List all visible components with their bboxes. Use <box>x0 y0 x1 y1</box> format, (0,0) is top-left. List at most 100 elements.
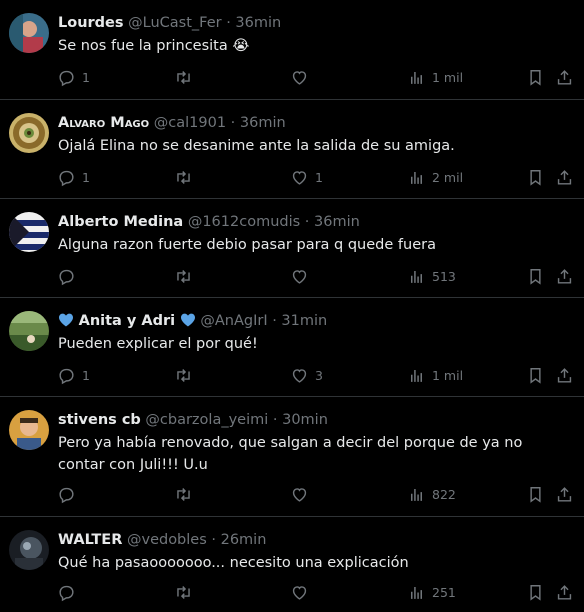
display-name[interactable]: Anita y Adri <box>79 313 176 329</box>
reply-button[interactable] <box>57 484 82 504</box>
share-button[interactable] <box>555 67 574 87</box>
display-name[interactable]: Alberto Medina <box>58 214 183 230</box>
timestamp[interactable]: 36min <box>235 15 281 31</box>
avatar[interactable] <box>9 212 49 252</box>
reply-button[interactable]: 1 <box>57 67 90 87</box>
tweet-header: Lourdes @LuCast_Fer · 36min <box>58 13 281 33</box>
avatar[interactable] <box>9 113 49 153</box>
reply-count: 1 <box>82 69 90 85</box>
tweet[interactable]: Alvaro Mago @cal1901 · 36min Ojalá Elina… <box>0 100 584 199</box>
action-bar: 1 1 mil <box>0 67 584 87</box>
like-icon <box>292 70 307 85</box>
bookmark-button[interactable] <box>526 484 545 504</box>
share-button[interactable] <box>555 484 574 504</box>
like-button[interactable] <box>290 67 315 87</box>
bookmark-icon <box>530 584 541 601</box>
bookmark-button[interactable] <box>526 266 545 286</box>
avatar[interactable] <box>9 530 49 570</box>
views-button[interactable]: 1 mil <box>407 67 463 87</box>
timestamp[interactable]: 36min <box>314 214 360 230</box>
handle[interactable]: @1612comudis <box>188 214 300 230</box>
separator: · <box>272 412 278 428</box>
retweet-button[interactable] <box>174 484 199 504</box>
reply-icon <box>59 368 74 384</box>
retweet-button[interactable] <box>174 582 199 602</box>
share-button[interactable] <box>555 582 574 602</box>
like-button[interactable] <box>290 484 315 504</box>
views-count: 822 <box>432 486 456 502</box>
views-button[interactable]: 822 <box>407 484 456 504</box>
reply-button[interactable] <box>57 266 82 286</box>
views-count: 251 <box>432 584 456 600</box>
handle[interactable]: @cbarzola_yeimi <box>145 412 268 428</box>
retweet-icon <box>177 585 190 599</box>
blue-heart-icon <box>58 313 74 329</box>
bookmark-button[interactable] <box>526 582 545 602</box>
action-bar: 1 3 1 mil <box>0 365 584 385</box>
bookmark-button[interactable] <box>526 167 545 187</box>
share-button[interactable] <box>555 365 574 385</box>
like-button[interactable]: 1 <box>290 167 323 187</box>
reply-button[interactable] <box>57 582 82 602</box>
like-button[interactable]: 3 <box>290 365 323 385</box>
like-button[interactable] <box>290 582 315 602</box>
display-name[interactable]: Lourdes <box>58 15 124 31</box>
timestamp[interactable]: 26min <box>221 532 267 548</box>
like-button[interactable] <box>290 266 315 286</box>
views-button[interactable]: 2 mil <box>407 167 463 187</box>
reply-button[interactable]: 1 <box>57 167 90 187</box>
share-button[interactable] <box>555 266 574 286</box>
avatar[interactable] <box>9 311 49 351</box>
retweet-icon <box>177 269 190 283</box>
tweet-header: WALTER @vedobles · 26min <box>58 530 266 550</box>
retweet-button[interactable] <box>174 365 199 385</box>
retweet-button[interactable] <box>174 266 199 286</box>
timestamp[interactable]: 36min <box>240 115 286 131</box>
avatar[interactable] <box>9 13 49 53</box>
retweet-button[interactable] <box>174 67 199 87</box>
like-icon <box>292 487 307 502</box>
like-count: 1 <box>315 169 323 185</box>
handle[interactable]: @cal1901 <box>154 115 226 131</box>
views-button[interactable]: 513 <box>407 266 456 286</box>
tweet-text: Alguna razon fuerte debio pasar para q q… <box>58 237 436 253</box>
share-button[interactable] <box>555 167 574 187</box>
timestamp[interactable]: 30min <box>282 412 328 428</box>
handle[interactable]: @vedobles <box>127 532 207 548</box>
separator: · <box>226 15 231 31</box>
handle[interactable]: @AnAgIrI <box>200 313 267 329</box>
handle[interactable]: @LuCast_Fer <box>128 15 221 31</box>
display-name[interactable]: stivens cb <box>58 412 141 428</box>
avatar[interactable] <box>9 410 49 450</box>
bookmark-icon <box>530 486 541 503</box>
retweet-icon <box>177 487 190 501</box>
like-count: 3 <box>315 367 323 383</box>
tweet-text: Se nos fue la princesita 😭 <box>58 38 250 54</box>
bookmark-button[interactable] <box>526 67 545 87</box>
tweet[interactable]: stivens cb @cbarzola_yeimi · 30min Pero … <box>0 397 584 517</box>
reply-feed: Lourdes @LuCast_Fer · 36min Se nos fue l… <box>0 0 584 612</box>
reply-button[interactable]: 1 <box>57 365 90 385</box>
views-icon <box>410 488 423 501</box>
action-bar: 513 <box>0 266 584 286</box>
display-name[interactable]: WALTER <box>58 532 122 548</box>
timestamp[interactable]: 31min <box>281 313 327 329</box>
share-icon <box>557 69 572 85</box>
views-count: 2 mil <box>432 169 464 185</box>
views-button[interactable]: 1 mil <box>407 365 463 385</box>
tweet-text: Pero ya había renovado, que salgan a dec… <box>58 435 523 473</box>
tweet[interactable]: WALTER @vedobles · 26min Qué ha pasaoooo… <box>0 517 584 612</box>
tweet[interactable]: Anita y Adri @AnAgIrI · 31min Pueden exp… <box>0 298 584 397</box>
retweet-button[interactable] <box>174 167 199 187</box>
views-button[interactable]: 251 <box>407 582 456 602</box>
separator: · <box>304 214 310 230</box>
blue-heart-icon <box>180 313 196 329</box>
display-name[interactable]: Alvaro Mago <box>58 115 149 131</box>
action-bar: 822 <box>0 484 584 504</box>
bookmark-icon <box>530 367 541 384</box>
reply-count: 1 <box>82 367 90 383</box>
bookmark-button[interactable] <box>526 365 545 385</box>
tweet[interactable]: Lourdes @LuCast_Fer · 36min Se nos fue l… <box>0 0 584 100</box>
bookmark-icon <box>530 268 541 285</box>
tweet[interactable]: Alberto Medina @1612comudis · 36min Algu… <box>0 199 584 298</box>
